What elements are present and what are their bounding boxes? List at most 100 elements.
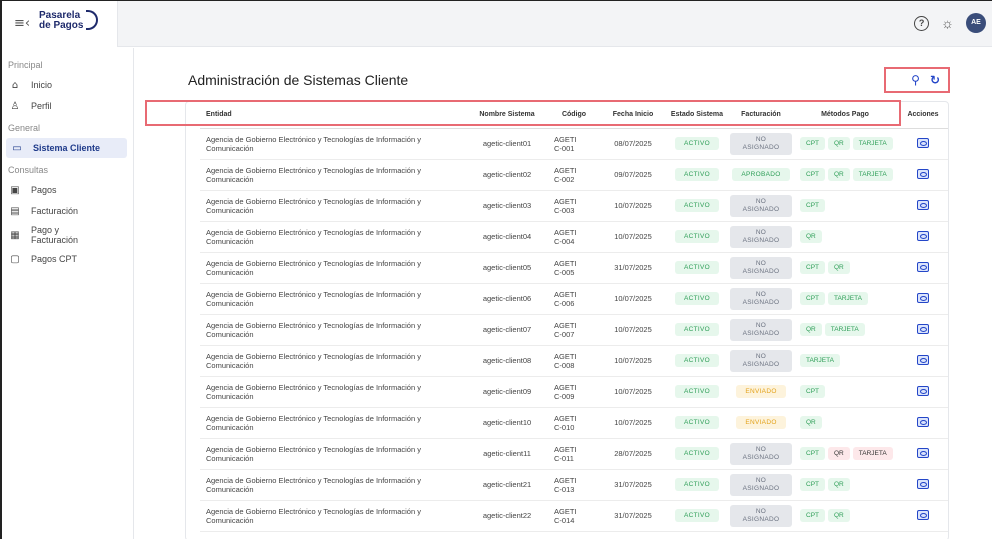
sidebar-item-facturacion[interactable]: ▤ Facturación xyxy=(2,201,127,221)
cell-entidad: Agencia de Gobierno Electrónico y Tecnol… xyxy=(200,159,468,191)
cash-icon: ▣ xyxy=(10,184,20,196)
sun-icon[interactable]: ☼ xyxy=(941,15,954,31)
cell-codigo: AGETIC-004 xyxy=(546,221,602,253)
billing-badge: ENVIADO xyxy=(736,385,786,398)
payment-method-badge: QR xyxy=(800,230,822,243)
cell-fecha-inicio: 09/07/2025 xyxy=(602,159,664,191)
table-row[interactable]: Agencia de Gobierno Electrónico y Tecnol… xyxy=(200,221,948,253)
sidebar-item-inicio[interactable]: ⌂ Inicio xyxy=(2,75,127,95)
payment-method-badge: TARJETA xyxy=(824,323,865,336)
sidebar-item-label: Perfil xyxy=(31,101,52,111)
table-row[interactable]: Agencia de Gobierno Electrónico y Tecnol… xyxy=(200,376,948,408)
cell-metodos-pago: CPT xyxy=(792,190,898,222)
sidebar-section-principal: Principal xyxy=(8,60,43,70)
cell-estado-sistema: ACTIVO xyxy=(664,190,730,222)
cell-metodos-pago: QR xyxy=(792,407,898,439)
view-details-icon[interactable] xyxy=(917,168,929,179)
billing-badge: NO ASIGNADO xyxy=(730,225,792,248)
view-details-icon[interactable] xyxy=(917,416,929,427)
status-badge: ACTIVO xyxy=(675,137,719,150)
view-details-icon[interactable] xyxy=(917,199,929,210)
cell-facturacion: APROBADO xyxy=(730,159,792,191)
view-details-icon[interactable] xyxy=(917,230,929,241)
cell-nombre-sistema: agetic-client04 xyxy=(468,221,546,253)
cell-estado-sistema: ACTIVO xyxy=(664,283,730,315)
payment-method-badge: QR xyxy=(828,447,850,460)
cell-acciones xyxy=(898,500,948,532)
payment-method-badge: QR xyxy=(828,168,850,181)
cell-acciones xyxy=(898,469,948,501)
header-highlight xyxy=(145,100,901,126)
search-icon[interactable]: ⚲ xyxy=(911,74,920,86)
menu-collapse-icon[interactable]: ≡‹ xyxy=(14,16,30,31)
view-details-icon[interactable] xyxy=(917,385,929,396)
avatar[interactable]: AE xyxy=(966,13,986,33)
app-frame: ≡‹ Pasarela de Pagos ? ☼ AE Principal ⌂ … xyxy=(0,0,992,539)
payment-method-badge: CPT xyxy=(800,292,825,305)
cell-entidad: Agencia de Gobierno Electrónico y Tecnol… xyxy=(200,283,468,315)
cell-codigo: AGETIC-011 xyxy=(546,438,602,470)
cell-acciones xyxy=(898,252,948,284)
view-details-icon[interactable] xyxy=(917,478,929,489)
payment-method-badge: TARJETA xyxy=(852,137,893,150)
sidebar-item-pagos-cpt[interactable]: ▢ Pagos CPT xyxy=(2,249,127,269)
view-details-icon[interactable] xyxy=(917,354,929,365)
cell-acciones xyxy=(898,314,948,346)
view-details-icon[interactable] xyxy=(917,137,929,148)
cell-metodos-pago: TARJETA xyxy=(792,345,898,377)
cell-facturacion: NO ASIGNADO xyxy=(730,345,792,377)
logo[interactable]: Pasarela de Pagos xyxy=(39,11,83,31)
cell-facturacion: ENVIADO xyxy=(730,407,792,439)
sidebar-item-perfil[interactable]: ♙ Perfil xyxy=(2,96,127,116)
view-details-icon[interactable] xyxy=(917,261,929,272)
cell-facturacion: NO ASIGNADO xyxy=(730,221,792,253)
cell-nombre-sistema: agetic-client02 xyxy=(468,159,546,191)
billing-badge: APROBADO xyxy=(732,168,790,181)
view-details-icon[interactable] xyxy=(917,509,929,520)
sidebar-item-pago-facturacion[interactable]: ▦ Pago y Facturación xyxy=(2,222,127,248)
cell-facturacion: NO ASIGNADO xyxy=(730,438,792,470)
invoice-icon: ▤ xyxy=(10,205,20,217)
sidebar-section-consultas: Consultas xyxy=(8,165,49,175)
cell-facturacion: NO ASIGNADO xyxy=(730,190,792,222)
sidebar-item-label: Sistema Cliente xyxy=(33,143,101,153)
table-row[interactable]: Agencia de Gobierno Electrónico y Tecnol… xyxy=(200,469,948,501)
cell-estado-sistema: ACTIVO xyxy=(664,469,730,501)
status-badge: ACTIVO xyxy=(675,199,719,212)
view-details-icon[interactable] xyxy=(917,323,929,334)
sidebar-item-pagos[interactable]: ▣ Pagos xyxy=(2,180,127,200)
table-row[interactable]: Agencia de Gobierno Electrónico y Tecnol… xyxy=(200,128,948,160)
table-row[interactable]: Agencia de Gobierno Electrónico y Tecnol… xyxy=(200,407,948,439)
table-row[interactable]: Agencia de Gobierno Electrónico y Tecnol… xyxy=(200,314,948,346)
cell-fecha-inicio: 10/07/2025 xyxy=(602,376,664,408)
cell-entidad: Agencia de Gobierno Electrónico y Tecnol… xyxy=(200,500,468,532)
payment-method-badge: CPT xyxy=(800,478,825,491)
cell-estado-sistema: ACTIVO xyxy=(664,376,730,408)
code-text: AGETIC-004 xyxy=(554,227,577,246)
cell-fecha-inicio: 10/07/2025 xyxy=(602,283,664,315)
status-badge: ACTIVO xyxy=(675,230,719,243)
table-row[interactable]: Agencia de Gobierno Electrónico y Tecnol… xyxy=(200,283,948,315)
clients-table: Entidad Nombre Sistema Código Fecha Inic… xyxy=(200,102,948,532)
table-row[interactable]: Agencia de Gobierno Electrónico y Tecnol… xyxy=(200,345,948,377)
cell-acciones xyxy=(898,376,948,408)
table-row[interactable]: Agencia de Gobierno Electrónico y Tecnol… xyxy=(200,500,948,532)
table-row[interactable]: Agencia de Gobierno Electrónico y Tecnol… xyxy=(200,159,948,191)
refresh-icon[interactable]: ↻ xyxy=(930,74,940,86)
table-row[interactable]: Agencia de Gobierno Electrónico y Tecnol… xyxy=(200,190,948,222)
help-icon[interactable]: ? xyxy=(914,15,930,31)
view-details-icon[interactable] xyxy=(917,447,929,458)
sidebar: Principal ⌂ Inicio ♙ Perfil General ▭ Si… xyxy=(2,48,134,539)
table-row[interactable]: Agencia de Gobierno Electrónico y Tecnol… xyxy=(200,252,948,284)
billing-badge: NO ASIGNADO xyxy=(730,287,792,310)
main-content: Administración de Sistemas Cliente ⚲ ↻ E… xyxy=(135,48,992,539)
view-details-icon[interactable] xyxy=(917,292,929,303)
status-badge: ACTIVO xyxy=(675,292,719,305)
brand-area: ≡‹ Pasarela de Pagos xyxy=(2,1,118,47)
status-badge: ACTIVO xyxy=(675,478,719,491)
sidebar-item-sistema-cliente[interactable]: ▭ Sistema Cliente xyxy=(6,138,127,158)
table-row[interactable]: Agencia de Gobierno Electrónico y Tecnol… xyxy=(200,438,948,470)
cell-metodos-pago: QR TARJETA xyxy=(792,314,898,346)
code-text: AGETIC-005 xyxy=(554,258,577,277)
cell-codigo: AGETIC-007 xyxy=(546,314,602,346)
